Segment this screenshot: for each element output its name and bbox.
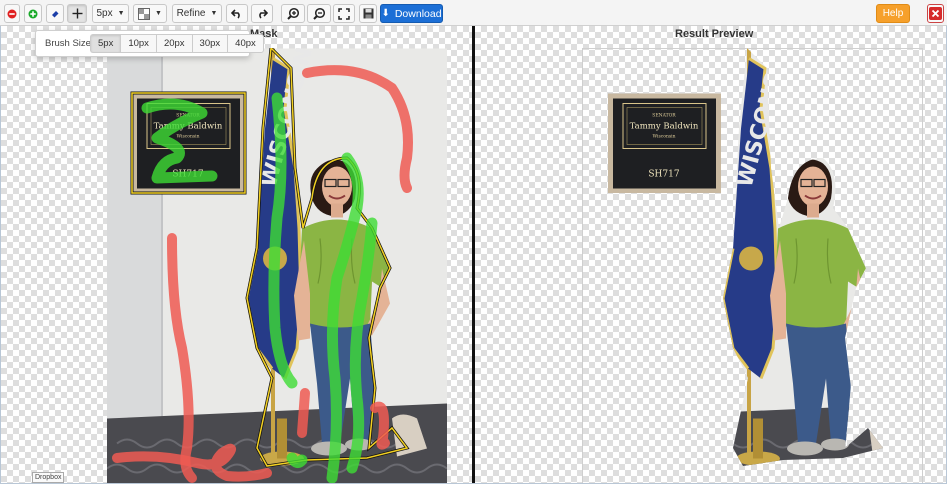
result-preview-title: Result Preview	[675, 28, 754, 40]
brush-size-option-20px[interactable]: 20px	[155, 34, 192, 53]
caret-down-icon: ▼	[210, 10, 218, 17]
background-grid-icon	[138, 7, 151, 20]
workspace: Mask Result Preview	[0, 26, 947, 484]
save-button[interactable]	[359, 4, 377, 23]
move-button[interactable]	[67, 4, 87, 23]
zoom-out-button[interactable]	[307, 4, 331, 23]
keep-button[interactable]	[24, 4, 42, 23]
mask-pane[interactable]: Mask	[1, 26, 472, 484]
brush-size-option-40px[interactable]: 40px	[227, 34, 264, 53]
download-button[interactable]: ⬇ Download	[380, 4, 443, 23]
eraser-button[interactable]	[46, 4, 64, 23]
plus-circle-icon	[28, 9, 38, 18]
download-label: Download	[394, 7, 442, 20]
help-label: Help	[882, 8, 904, 19]
refine-label: Refine	[176, 8, 206, 19]
caret-down-icon: ▼	[155, 10, 162, 17]
result-preview-pane[interactable]: Result Preview	[475, 26, 946, 484]
help-button[interactable]: Help	[876, 4, 910, 23]
floppy-disk-icon	[363, 8, 373, 19]
brush-size-label: Brush Size:	[45, 38, 94, 49]
undo-button[interactable]	[226, 4, 248, 23]
brush-size-options: 5px 10px 20px 30px 40px	[90, 34, 264, 53]
eraser-icon	[52, 10, 59, 17]
fit-screen-button[interactable]	[333, 4, 355, 23]
redo-icon	[259, 9, 268, 19]
zoom-in-icon	[286, 7, 299, 20]
brush-size-value: 5px	[96, 8, 113, 19]
crosshair-move-icon	[72, 8, 82, 19]
close-icon	[929, 7, 942, 20]
background-dropdown[interactable]: ▼	[133, 4, 167, 23]
brush-size-option-5px[interactable]: 5px	[90, 34, 121, 53]
remove-button[interactable]	[4, 4, 20, 23]
toolbar: 5px ▼ ▼ Refine ▼ ⬇ Download Help	[0, 0, 947, 26]
undo-icon	[231, 9, 240, 19]
brush-size-popover: Brush Size: 5px 10px 20px 30px 40px	[35, 30, 264, 57]
caret-down-icon: ▼	[117, 10, 125, 17]
minus-circle-icon	[7, 9, 17, 18]
brush-size-option-30px[interactable]: 30px	[191, 34, 228, 53]
zoom-in-button[interactable]	[281, 4, 305, 23]
redo-button[interactable]	[251, 4, 273, 23]
fullscreen-icon	[338, 7, 350, 20]
mask-photo[interactable]	[107, 48, 447, 484]
brush-size-option-10px[interactable]: 10px	[120, 34, 156, 53]
result-cutout	[583, 48, 923, 484]
close-button[interactable]	[927, 4, 944, 23]
brush-size-dropdown[interactable]: 5px ▼	[92, 4, 129, 23]
dropbox-link[interactable]: Dropbox	[32, 472, 65, 483]
refine-dropdown[interactable]: Refine ▼	[172, 4, 222, 23]
download-arrow-icon: ⬇	[381, 8, 390, 19]
zoom-out-icon	[312, 7, 325, 20]
